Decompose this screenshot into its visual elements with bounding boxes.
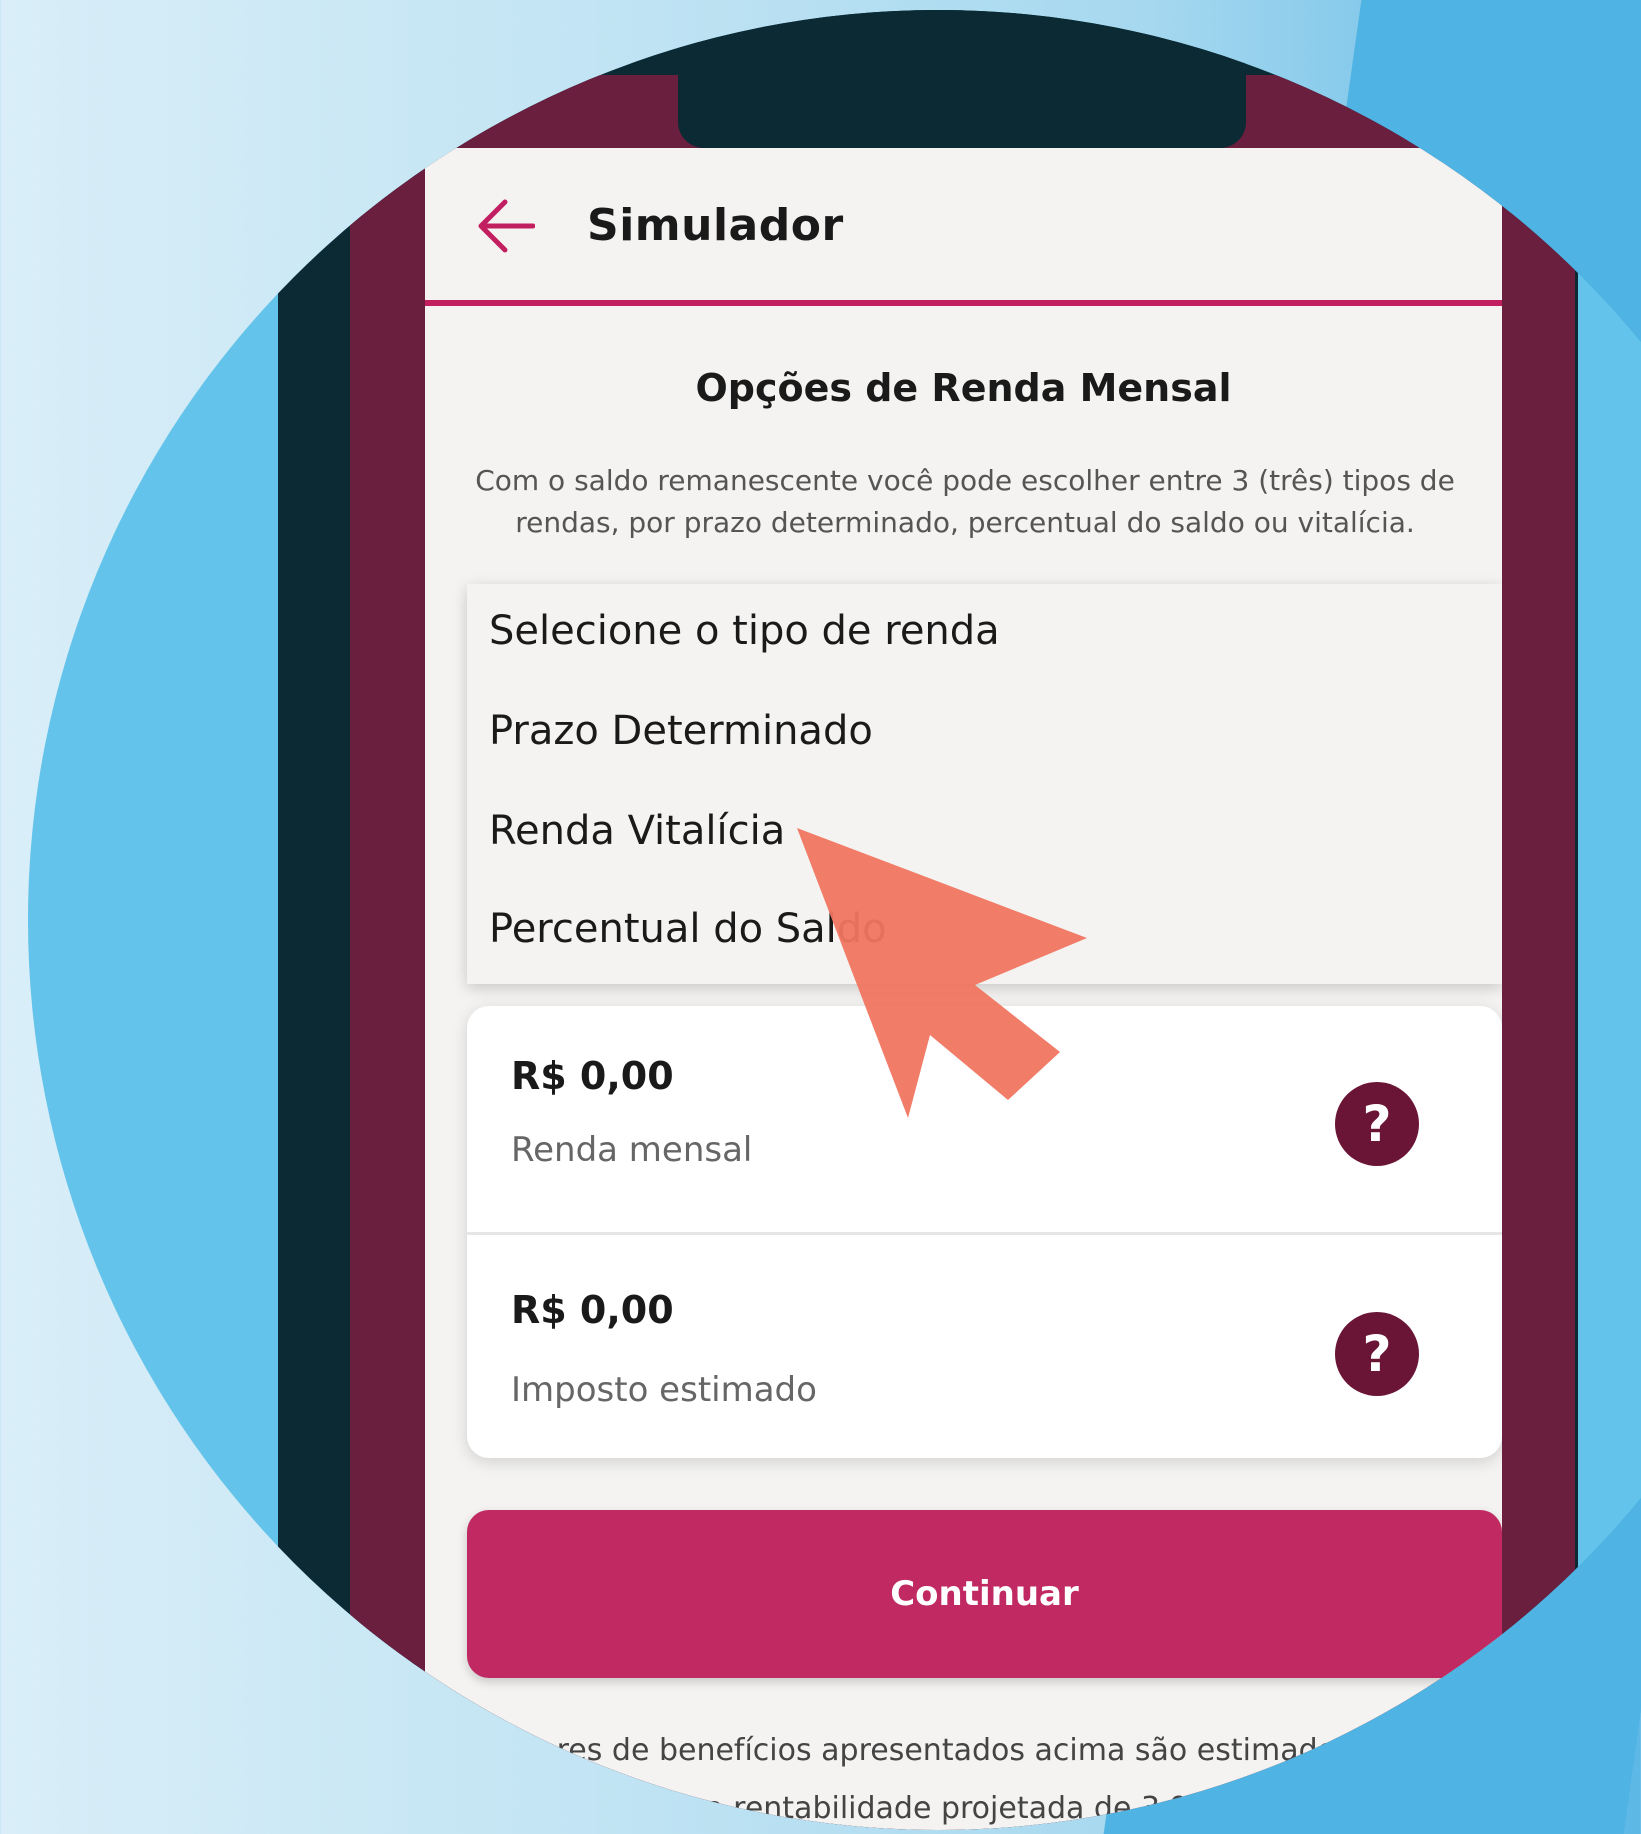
income-type-dropdown[interactable]: Selecione o tipo de renda Prazo Determin… <box>467 584 1502 984</box>
section-description: Com o saldo remanescente você pode escol… <box>475 464 1455 539</box>
card-divider <box>467 1232 1502 1235</box>
monthly-income-value: R$ 0,00 <box>511 1054 674 1098</box>
estimated-tax-label: Imposto estimado <box>511 1370 817 1410</box>
results-card: R$ 0,00 Renda mensal ? R$ 0,00 Imposto e… <box>467 1006 1502 1458</box>
section-title: Opções de Renda Mensal <box>695 366 1232 410</box>
dropdown-option-percentual-saldo[interactable]: Percentual do Saldo <box>489 906 887 952</box>
estimated-tax-value: R$ 0,00 <box>511 1288 674 1332</box>
dropdown-option-placeholder[interactable]: Selecione o tipo de renda <box>489 608 1000 654</box>
arrow-left-icon[interactable] <box>475 198 536 254</box>
monthly-income-label: Renda mensal <box>511 1130 753 1170</box>
app-screen: Simulador Opções de Renda Mensal Com o s… <box>425 148 1502 1830</box>
page-title: Simulador <box>587 200 844 251</box>
dropdown-option-renda-vitalicia[interactable]: Renda Vitalícia <box>489 808 785 854</box>
help-icon[interactable]: ? <box>1335 1312 1419 1396</box>
help-icon[interactable]: ? <box>1335 1082 1419 1166</box>
phone-clip-area: Simulador Opções de Renda Mensal Com o s… <box>28 10 1641 1830</box>
continue-button[interactable]: Continuar <box>467 1510 1502 1678</box>
app-header: Simulador <box>425 148 1502 306</box>
dropdown-option-prazo-determinado[interactable]: Prazo Determinado <box>489 708 873 754</box>
phone-notch <box>678 10 1246 148</box>
